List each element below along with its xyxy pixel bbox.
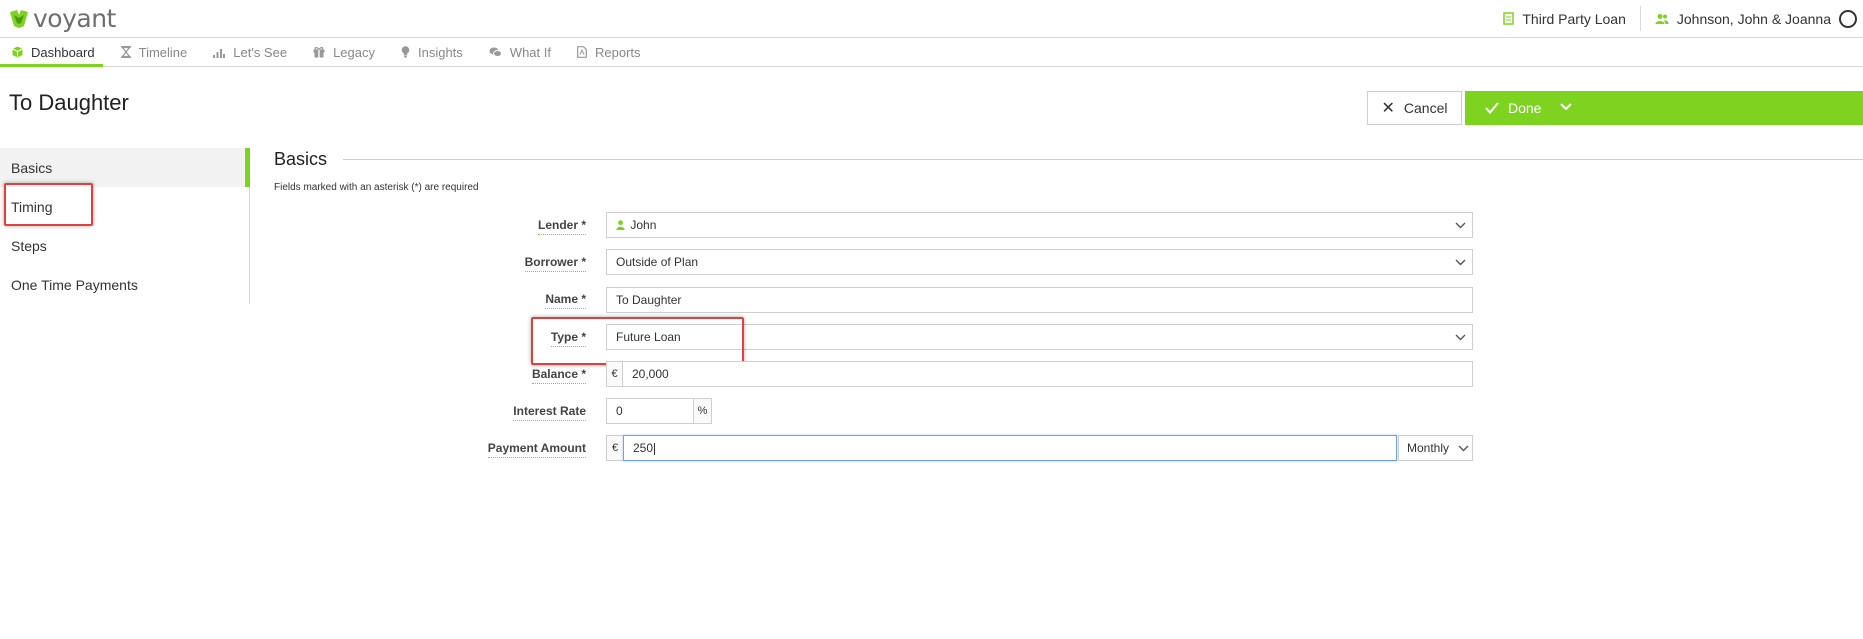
hourglass-icon bbox=[120, 46, 131, 58]
sidebar-item-label: One Time Payments bbox=[11, 276, 138, 293]
sidebar-item-basics[interactable]: Basics bbox=[0, 148, 250, 187]
currency-addon: € bbox=[607, 362, 623, 386]
cube-icon bbox=[12, 46, 23, 58]
tab-label: Timeline bbox=[138, 44, 188, 60]
lender-value-wrap: John bbox=[607, 218, 1448, 232]
chat-icon bbox=[489, 47, 502, 58]
type-highlight-box bbox=[531, 317, 744, 365]
payment-frequency-select[interactable]: Monthly bbox=[1398, 435, 1473, 461]
logo-text: voyant bbox=[33, 3, 116, 33]
required-note: Fields marked with an asterisk (*) are r… bbox=[274, 182, 479, 193]
sidebar-item-label: Steps bbox=[11, 237, 47, 254]
page-title: To Daughter bbox=[9, 90, 129, 115]
chevron-down-icon[interactable] bbox=[1560, 100, 1572, 117]
percent-addon: % bbox=[693, 399, 711, 423]
section-sidebar: Basics Timing Steps One Time Payments bbox=[0, 148, 250, 304]
payment-amount-group: € 250 bbox=[606, 435, 1397, 461]
interest-rate-value: 0 bbox=[616, 404, 623, 418]
bar-chart-icon bbox=[213, 47, 226, 58]
tab-label: Reports bbox=[594, 44, 641, 60]
section-title: Basics bbox=[274, 148, 328, 169]
payment-amount-input[interactable]: 250 bbox=[623, 435, 1397, 461]
done-label: Done bbox=[1508, 100, 1542, 116]
person-icon bbox=[616, 220, 625, 230]
payment-amount-value-wrap: 250 bbox=[624, 441, 1396, 455]
tab-label: Insights bbox=[417, 44, 463, 60]
borrower-label: Borrower * bbox=[524, 255, 586, 272]
sidebar-item-one-time-payments[interactable]: One Time Payments bbox=[0, 265, 249, 304]
client-selector[interactable]: Johnson, John & Joanna bbox=[1639, 6, 1863, 31]
cancel-button[interactable]: ✕ Cancel bbox=[1367, 91, 1462, 125]
timing-highlight-box bbox=[4, 183, 93, 226]
currency-addon: € bbox=[606, 435, 624, 461]
balance-value: 20,000 bbox=[632, 367, 669, 381]
help-icon[interactable] bbox=[1839, 9, 1857, 28]
voyant-logo[interactable]: voyant bbox=[8, 3, 116, 33]
tab-lets-see[interactable]: Let's See bbox=[201, 38, 295, 66]
borrower-value: Outside of Plan bbox=[616, 255, 699, 269]
plan-name: Third Party Loan bbox=[1522, 10, 1626, 27]
text-cursor bbox=[654, 442, 656, 455]
sidebar-item-steps[interactable]: Steps bbox=[0, 226, 249, 265]
lender-label: Lender * bbox=[537, 218, 586, 235]
tab-what-if[interactable]: What If bbox=[477, 38, 559, 66]
gift-icon bbox=[313, 46, 325, 58]
main-nav: Dashboard Timeline Let's See Legacy Insi… bbox=[0, 38, 1863, 67]
lender-select[interactable]: John bbox=[606, 212, 1473, 238]
tab-label: Legacy bbox=[333, 44, 375, 60]
sidebar-item-label: Basics bbox=[11, 159, 53, 176]
chevron-down-icon bbox=[1448, 222, 1472, 229]
name-value: To Daughter bbox=[616, 293, 682, 307]
tab-reports[interactable]: Reports bbox=[565, 38, 649, 66]
tab-dashboard[interactable]: Dashboard bbox=[0, 38, 103, 67]
tab-label: Let's See bbox=[233, 44, 288, 60]
tab-label: Dashboard bbox=[31, 44, 95, 60]
section-divider bbox=[343, 158, 1863, 160]
voyant-logo-icon bbox=[10, 10, 28, 28]
payment-amount-label: Payment Amount bbox=[487, 441, 586, 458]
cancel-label: Cancel bbox=[1403, 100, 1448, 116]
clients-icon bbox=[1655, 13, 1669, 25]
top-bar: voyant Third Party Loan Johnson, John & … bbox=[0, 0, 1863, 38]
payment-amount-value: 250 bbox=[633, 441, 654, 455]
tab-timeline[interactable]: Timeline bbox=[109, 38, 196, 66]
borrower-select[interactable]: Outside of Plan bbox=[606, 249, 1473, 275]
close-icon: ✕ bbox=[1381, 100, 1395, 117]
chevron-down-icon bbox=[1454, 445, 1472, 452]
name-input[interactable]: To Daughter bbox=[606, 287, 1473, 313]
interest-rate-label: Interest Rate bbox=[513, 404, 586, 421]
client-name: Johnson, John & Joanna bbox=[1676, 10, 1831, 27]
chevron-down-icon bbox=[1448, 334, 1472, 341]
chevron-down-icon bbox=[1448, 259, 1472, 266]
name-label: Name * bbox=[545, 292, 586, 309]
lightbulb-icon bbox=[401, 46, 410, 58]
done-button[interactable]: Done bbox=[1465, 91, 1863, 125]
plan-icon bbox=[1503, 12, 1515, 25]
tab-legacy[interactable]: Legacy bbox=[301, 38, 383, 66]
balance-input[interactable]: € 20,000 bbox=[606, 361, 1473, 387]
interest-rate-input[interactable]: 0 % bbox=[606, 398, 712, 424]
tab-label: What If bbox=[509, 44, 551, 60]
basics-section-header: Basics bbox=[274, 148, 1863, 170]
payment-frequency-value: Monthly bbox=[1407, 441, 1450, 455]
checkmark-icon bbox=[1485, 102, 1499, 114]
tab-insights[interactable]: Insights bbox=[389, 38, 471, 66]
plan-selector[interactable]: Third Party Loan bbox=[1489, 6, 1640, 31]
document-icon bbox=[577, 46, 587, 58]
balance-label: Balance * bbox=[531, 367, 586, 384]
top-right-menu: Third Party Loan Johnson, John & Joanna bbox=[1489, 0, 1863, 37]
lender-value: John bbox=[630, 218, 657, 232]
